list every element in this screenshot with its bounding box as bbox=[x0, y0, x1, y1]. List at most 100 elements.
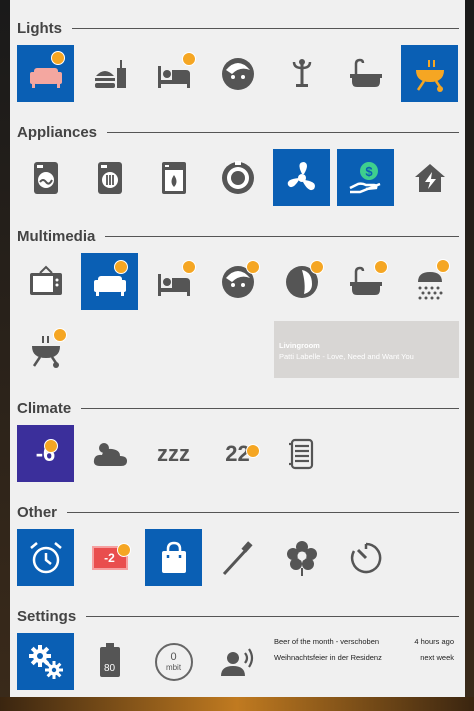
climate-room-temp-tile[interactable]: 22 bbox=[209, 425, 266, 482]
settings-header: Settings bbox=[17, 606, 459, 626]
section-divider bbox=[81, 407, 459, 409]
settings-battery-tile[interactable]: 80 bbox=[81, 633, 138, 690]
settings-tile[interactable] bbox=[17, 633, 74, 690]
appliances-title: Appliances bbox=[17, 123, 98, 141]
event-time: next week bbox=[420, 653, 454, 662]
dashboard-panel: Lights Appliances $ Multimedia Livingroo… bbox=[10, 0, 465, 698]
climate-weather-tile[interactable] bbox=[81, 425, 138, 482]
now-playing-track: Patti Labelle - Love, Need and Want You bbox=[279, 352, 414, 361]
appliance-dryer-tile[interactable] bbox=[81, 149, 138, 206]
shopping-bag-icon bbox=[161, 541, 186, 573]
settings-network-tile[interactable]: 0 mbit bbox=[145, 633, 202, 690]
event-title: Beer of the month - verschoben bbox=[274, 637, 380, 646]
other-toothbrush-tile[interactable] bbox=[209, 529, 266, 586]
fan-icon bbox=[287, 161, 315, 190]
media-kids-tile[interactable] bbox=[209, 253, 266, 310]
timer-icon bbox=[350, 542, 381, 573]
svg-text:$: $ bbox=[365, 164, 373, 179]
other-alarm-tile[interactable] bbox=[17, 529, 74, 586]
washer-icon bbox=[33, 161, 58, 194]
status-badge bbox=[53, 328, 67, 342]
appliance-dishwasher-tile[interactable] bbox=[145, 149, 202, 206]
window-bottom-edge bbox=[0, 697, 474, 711]
tv-icon bbox=[29, 265, 62, 295]
section-divider bbox=[72, 27, 459, 29]
appliance-fan-tile[interactable] bbox=[273, 149, 330, 206]
section-divider bbox=[67, 511, 459, 513]
climate-night-mode-tile[interactable]: zzz bbox=[145, 425, 202, 482]
other-garden-tile[interactable] bbox=[273, 529, 330, 586]
status-badge bbox=[117, 543, 131, 557]
lights-title: Lights bbox=[17, 19, 62, 37]
light-livingroom-tile[interactable] bbox=[17, 45, 74, 102]
other-header: Other bbox=[17, 502, 459, 522]
alarm-clock-icon bbox=[29, 541, 62, 573]
multimedia-header: Multimedia bbox=[17, 226, 459, 246]
radiator-icon bbox=[288, 438, 313, 469]
media-shower-tile[interactable] bbox=[401, 253, 458, 310]
light-kids-tile[interactable] bbox=[209, 45, 266, 102]
robot-vacuum-icon bbox=[221, 160, 254, 194]
section-divider bbox=[86, 615, 459, 617]
climate-header: Climate bbox=[17, 398, 459, 418]
appliance-vacuum-tile[interactable] bbox=[209, 149, 266, 206]
voice-icon bbox=[220, 647, 253, 676]
battery-level: 80 bbox=[103, 662, 116, 674]
home-power-icon bbox=[414, 163, 445, 192]
light-bedroom-tile[interactable] bbox=[145, 45, 202, 102]
appliance-home-power-tile[interactable] bbox=[401, 149, 458, 206]
event-title: Weihnachtsfeier in der Residenz bbox=[274, 653, 382, 662]
appliance-washer-tile[interactable] bbox=[17, 149, 74, 206]
face-icon bbox=[221, 57, 254, 90]
gears-icon bbox=[28, 644, 63, 679]
media-bathroom-tile[interactable] bbox=[337, 253, 394, 310]
light-hallway-tile[interactable] bbox=[273, 45, 330, 102]
other-shopping-tile[interactable] bbox=[145, 529, 202, 586]
status-badge bbox=[310, 260, 324, 274]
media-tv-tile[interactable] bbox=[17, 253, 74, 310]
climate-outdoor-tile[interactable]: -6 bbox=[17, 425, 74, 482]
status-badge bbox=[44, 439, 58, 453]
status-badge bbox=[114, 260, 128, 274]
window-frame-left bbox=[0, 0, 10, 711]
light-bathroom-tile[interactable] bbox=[337, 45, 394, 102]
countdown-value: -2 bbox=[104, 550, 115, 565]
now-playing-room: Livingroom bbox=[279, 341, 320, 350]
light-kitchen-tile[interactable] bbox=[81, 45, 138, 102]
speed-unit: mbit bbox=[165, 662, 182, 672]
status-badge bbox=[182, 52, 196, 66]
dishwasher-icon bbox=[161, 161, 186, 194]
other-countdown-tile[interactable]: -2 bbox=[81, 529, 138, 586]
media-garden-tile[interactable] bbox=[17, 321, 74, 378]
media-guest-tile[interactable] bbox=[273, 253, 330, 310]
grill-icon bbox=[415, 59, 444, 92]
status-badge bbox=[51, 51, 65, 65]
toothbrush-icon bbox=[222, 540, 253, 575]
coat-stand-icon bbox=[292, 58, 311, 87]
dryer-icon bbox=[97, 161, 122, 194]
flower-icon bbox=[286, 540, 317, 576]
media-livingroom-tile[interactable] bbox=[81, 253, 138, 310]
settings-voice-tile[interactable] bbox=[209, 633, 266, 690]
light-garden-tile[interactable] bbox=[401, 45, 458, 102]
climate-title: Climate bbox=[17, 399, 72, 417]
settings-title: Settings bbox=[17, 607, 77, 625]
status-badge bbox=[374, 260, 388, 274]
other-title: Other bbox=[17, 503, 58, 521]
status-badge bbox=[246, 260, 260, 274]
climate-heater-tile[interactable] bbox=[273, 425, 330, 482]
now-playing-widget[interactable]: Livingroom Patti Labelle - Love, Need an… bbox=[274, 321, 459, 378]
bathtub-icon bbox=[349, 58, 382, 87]
appliance-power-cost-tile[interactable]: $ bbox=[337, 149, 394, 206]
other-timer-tile[interactable] bbox=[337, 529, 394, 586]
multimedia-title: Multimedia bbox=[17, 227, 96, 245]
burger-drink-icon bbox=[94, 59, 126, 88]
battery-icon: 80 bbox=[99, 642, 120, 677]
status-badge bbox=[246, 444, 260, 458]
calendar-event[interactable]: Beer of the month - verschoben 4 hours a… bbox=[274, 637, 454, 649]
lights-header: Lights bbox=[17, 18, 459, 38]
calendar-event[interactable]: Weihnachtsfeier in der Residenz next wee… bbox=[274, 653, 454, 665]
section-divider bbox=[107, 131, 459, 133]
media-bedroom-tile[interactable] bbox=[145, 253, 202, 310]
speed-value: 0 bbox=[170, 650, 177, 663]
